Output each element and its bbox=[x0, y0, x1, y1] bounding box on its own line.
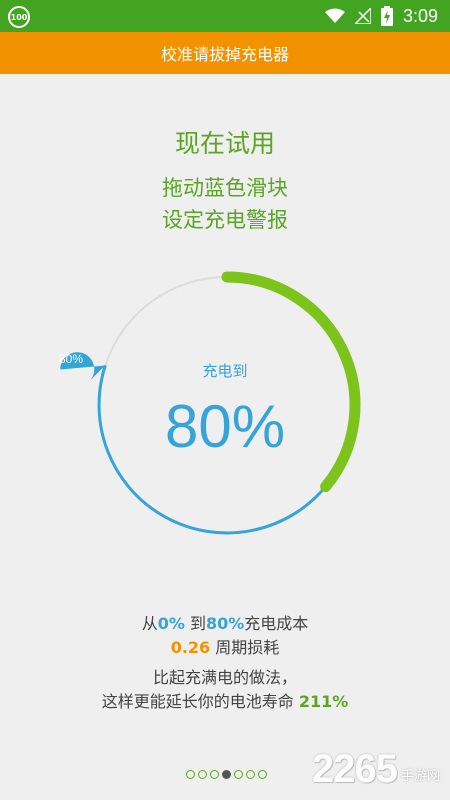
instruction-line-2: 设定充电警报 bbox=[162, 208, 288, 232]
page-indicator[interactable] bbox=[186, 770, 267, 779]
cycle-wear-text: 周期损耗 bbox=[210, 638, 280, 657]
watermark: 2265 手游网 bbox=[312, 747, 440, 792]
lifespan-value: 211% bbox=[298, 692, 349, 711]
cost-text: 充电成本 bbox=[244, 614, 309, 633]
from-value: 0% bbox=[157, 614, 185, 633]
page-dot[interactable] bbox=[210, 770, 219, 779]
from-text: 从 bbox=[141, 614, 158, 633]
cycle-wear-line: 0.26 周期损耗 bbox=[0, 634, 450, 658]
clock: 3:09 bbox=[402, 5, 438, 26]
watermark-site: 手游网 bbox=[400, 769, 440, 784]
notification-badge-icon: 100 bbox=[8, 6, 30, 28]
to-text: 到 bbox=[184, 614, 206, 633]
calibration-banner[interactable]: 校准请拔掉充电器 bbox=[0, 32, 450, 74]
page-dot[interactable] bbox=[186, 770, 195, 779]
charge-to-label: 充电到 bbox=[202, 362, 248, 380]
dial-track bbox=[104, 276, 228, 366]
battery-charging-icon bbox=[380, 6, 393, 26]
lifespan-line: 这样更能延长你的电池寿命 211% bbox=[0, 688, 450, 712]
signal-icon bbox=[354, 8, 371, 24]
instructions: 拖动蓝色滑块 设定充电警报 bbox=[0, 172, 450, 236]
page-title: 现在试用 bbox=[174, 129, 275, 158]
wifi-icon bbox=[324, 8, 345, 23]
watermark-number: 2265 bbox=[312, 747, 398, 791]
instruction-line-1: 拖动蓝色滑块 bbox=[162, 176, 288, 200]
page-dot[interactable] bbox=[222, 770, 231, 779]
banner-title: 校准请拔掉充电器 bbox=[160, 45, 289, 64]
comparison-text: 比起充满电的做法， bbox=[152, 668, 297, 687]
page-dot[interactable] bbox=[198, 770, 207, 779]
cost-line: 从0% 到80%充电成本 bbox=[0, 610, 450, 634]
lifespan-text: 这样更能延长你的电池寿命 bbox=[101, 692, 299, 711]
to-value: 80% bbox=[205, 614, 245, 633]
status-icons: 3:09 bbox=[324, 0, 438, 32]
page-dot[interactable] bbox=[258, 770, 267, 779]
page-dot[interactable] bbox=[246, 770, 255, 779]
charge-target-value: 80% bbox=[164, 393, 286, 460]
page-dot[interactable] bbox=[234, 770, 243, 779]
cycle-wear-value: 0.26 bbox=[170, 638, 211, 657]
comparison-line: 比起充满电的做法， bbox=[0, 664, 450, 688]
status-bar: 100 3:09 bbox=[0, 0, 450, 32]
